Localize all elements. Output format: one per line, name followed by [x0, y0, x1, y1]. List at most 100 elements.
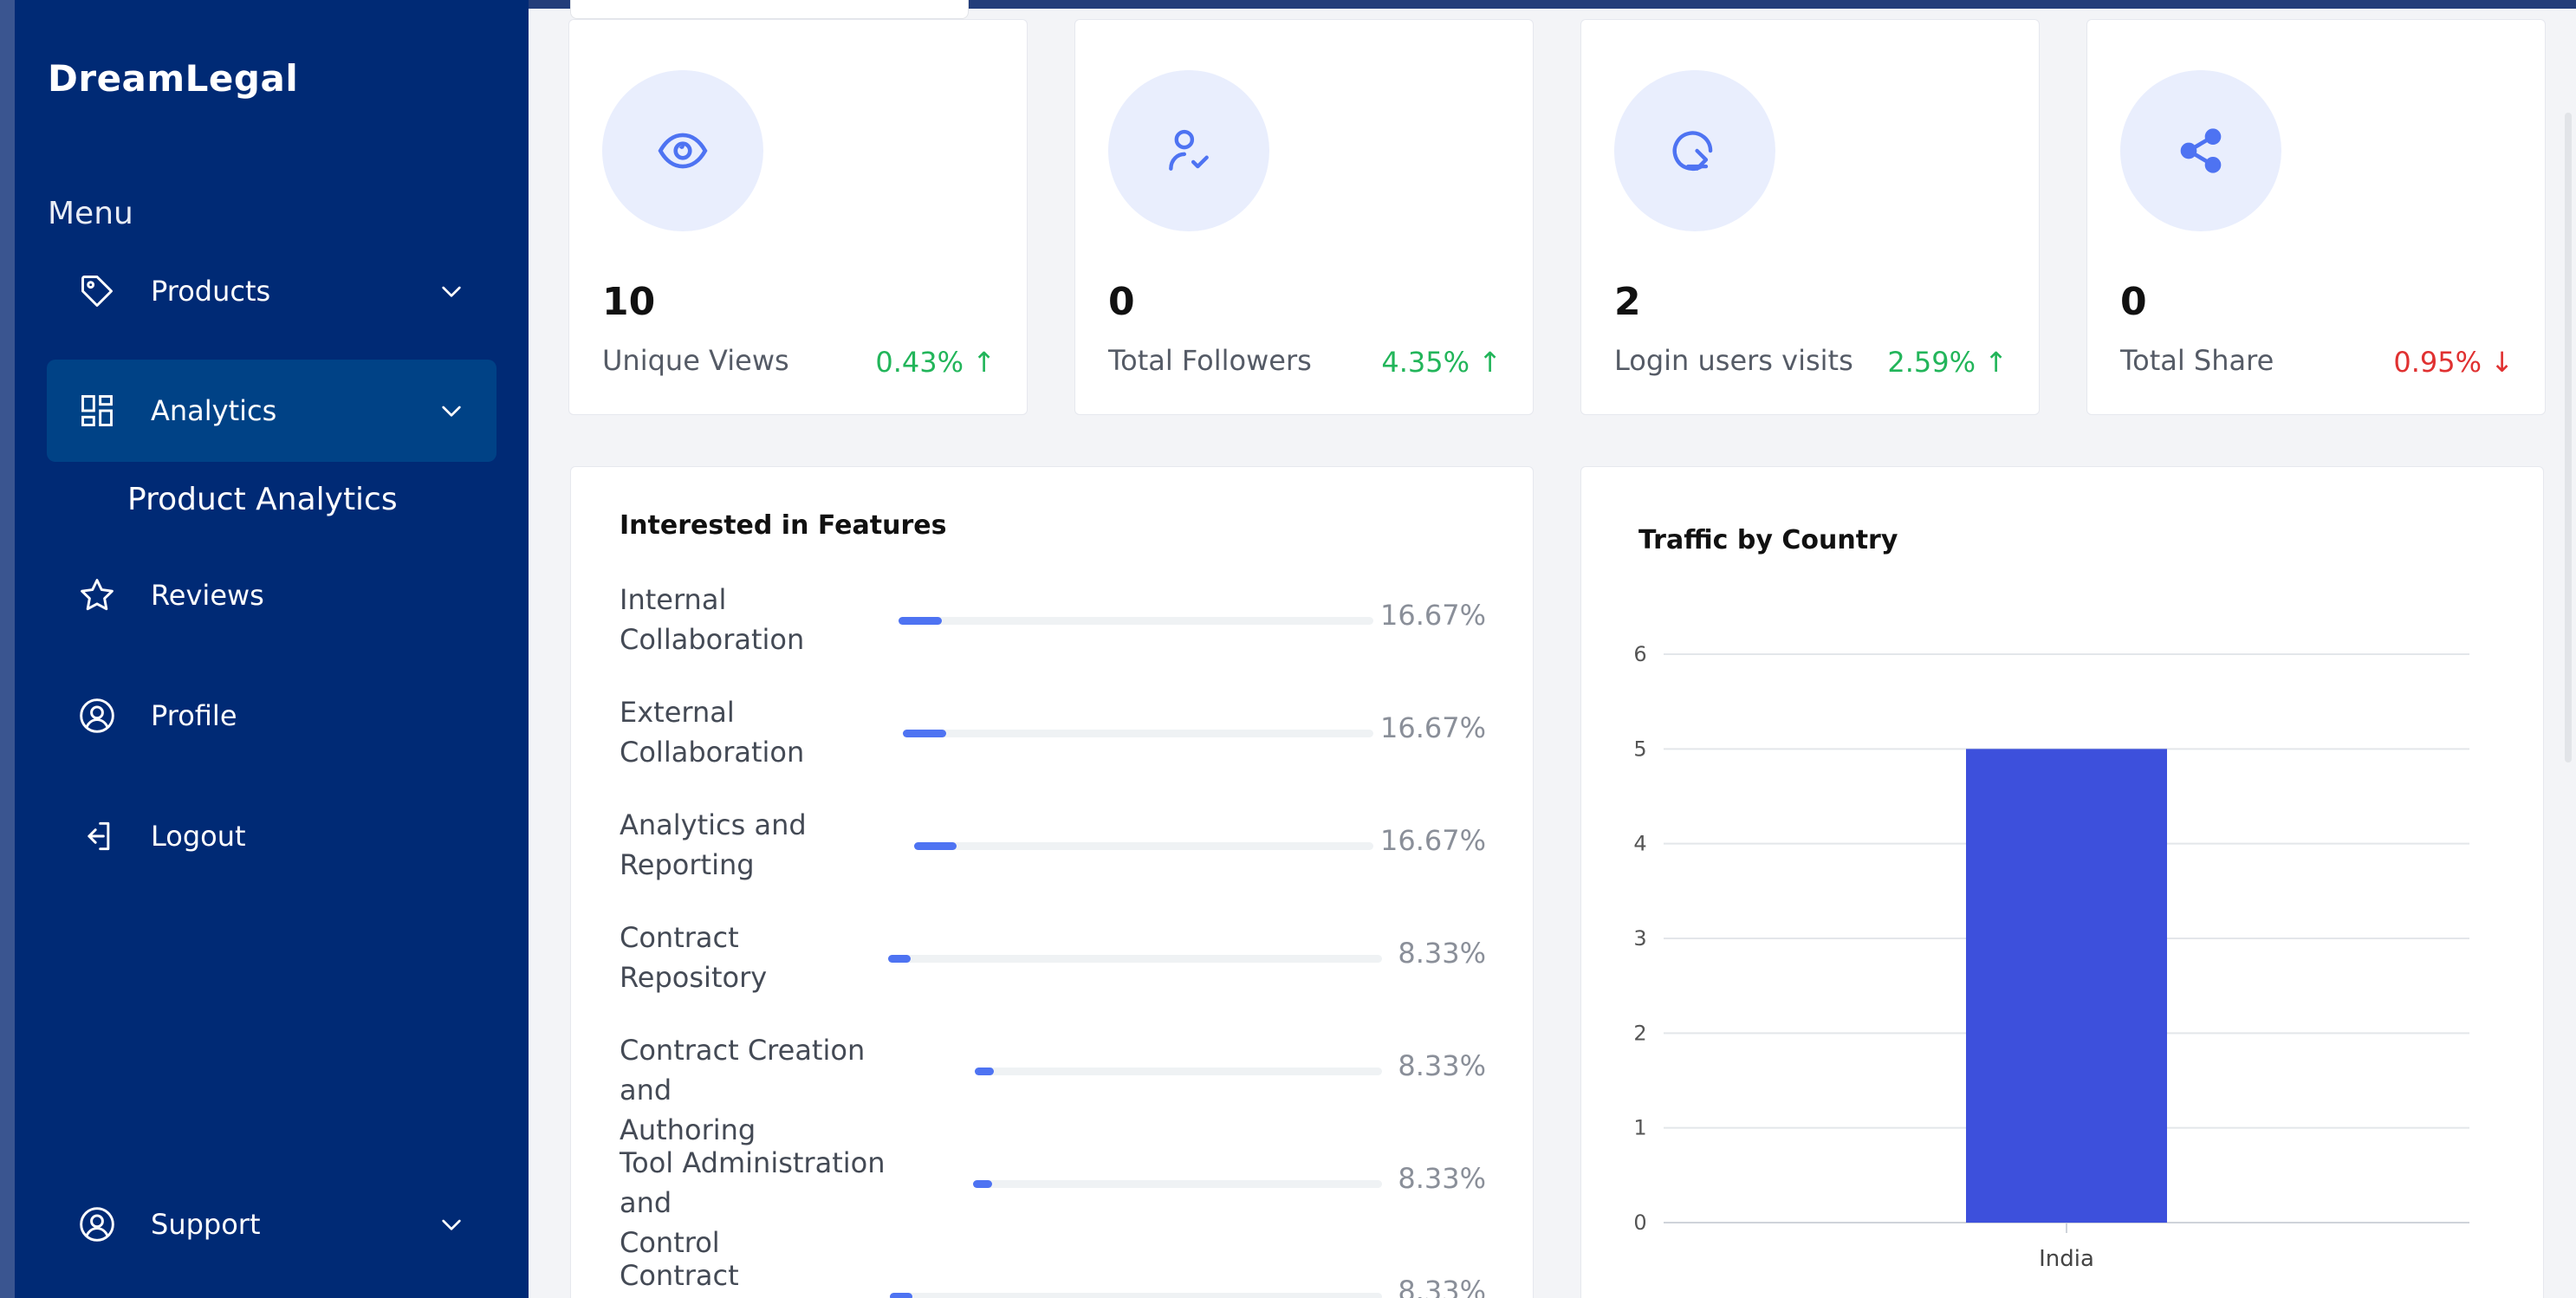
stat-card-total-share: 0 Total Share 0.95% ↓ — [2086, 19, 2546, 415]
y-tick-label: 5 — [1633, 737, 1646, 761]
feature-label-line: External — [620, 696, 735, 729]
feature-label-line: Collaboration — [620, 623, 805, 656]
stat-label: Total Followers — [1108, 344, 1312, 377]
feature-percentage: 16.67% — [1379, 711, 1486, 744]
feature-progress-track — [973, 1180, 1382, 1188]
chevron-down-icon[interactable] — [438, 397, 465, 425]
feature-row: Contract Creation and Authoring 8.33% — [620, 1030, 1486, 1146]
sidebar-item-logout[interactable]: Logout — [47, 785, 496, 887]
feature-label: Contract — [620, 1256, 914, 1295]
feature-row: Analytics and Reporting 16.67% — [620, 805, 1486, 909]
feature-progress-track — [903, 730, 1373, 737]
feature-label-line: Reporting — [620, 848, 755, 881]
feature-progress-track — [975, 1068, 1382, 1075]
y-tick-label: 3 — [1633, 926, 1646, 951]
sidebar-item-label: Products — [151, 275, 271, 308]
sidebar-item-support[interactable]: Support — [47, 1173, 496, 1275]
feature-progress-track — [914, 842, 1373, 850]
feature-percentage: 8.33% — [1398, 1275, 1486, 1298]
feature-label-line: Contract Creation and — [620, 1034, 866, 1107]
brand-logo[interactable]: DreamLegal — [48, 57, 298, 100]
feature-label: External Collaboration — [620, 692, 914, 772]
stat-label: Login users visits — [1614, 344, 1853, 377]
sidebar-item-label: Logout — [151, 820, 246, 853]
scrollbar[interactable] — [2565, 113, 2572, 763]
feature-progress-fill — [899, 617, 942, 625]
feature-label-line: Tool Administration and — [620, 1146, 886, 1219]
chevron-down-icon[interactable] — [438, 1210, 465, 1238]
sidebar-item-profile[interactable]: Profile — [47, 665, 496, 767]
arrow-up-icon: ↑ — [1478, 346, 1502, 379]
user-circle-icon — [80, 1207, 114, 1242]
stat-icon-badge — [2120, 70, 2281, 231]
feature-percentage: 16.67% — [1379, 599, 1486, 632]
sidebar-item-label: Reviews — [151, 579, 264, 612]
sidebar-item-analytics[interactable]: Analytics — [47, 360, 496, 462]
stat-change: 0.43% ↑ — [875, 346, 996, 379]
sidebar-item-label: Support — [151, 1208, 261, 1241]
eye-icon — [658, 133, 708, 169]
feature-progress-track — [888, 955, 1382, 963]
share-icon — [2180, 128, 2222, 173]
sidebar-item-label: Profile — [151, 699, 237, 732]
logout-icon — [88, 821, 110, 851]
sidebar-item-label: Analytics — [151, 394, 277, 427]
y-tick-label: 4 — [1633, 832, 1646, 856]
feature-percentage: 8.33% — [1398, 1162, 1486, 1195]
stat-value: 10 — [602, 280, 656, 324]
stat-card-unique-views: 10 Unique Views 0.43% ↑ — [568, 19, 1028, 415]
arrow-up-icon: ↑ — [1984, 346, 2008, 379]
feature-label: Tool Administration and Control — [620, 1143, 914, 1262]
chevron-down-icon[interactable] — [438, 277, 465, 305]
stat-icon-badge — [602, 70, 763, 231]
stat-value: 0 — [1108, 280, 1135, 324]
stat-label: Total Share — [2120, 344, 2274, 377]
dashboard-grid-icon — [81, 395, 113, 426]
menu-label: Menu — [48, 196, 133, 231]
sidebar-item-reviews[interactable]: Reviews — [47, 544, 496, 646]
sidebar: DreamLegal Menu Products Analytics Produ… — [15, 0, 529, 1298]
traffic-bar-chart: 0 1 2 3 4 5 6 India — [1633, 642, 2469, 1272]
redirect-icon — [1672, 131, 1713, 172]
feature-label-line: Contract — [620, 921, 739, 954]
feature-row: External Collaboration 16.67% — [620, 692, 1486, 796]
feature-row: Contract 8.33% — [620, 1256, 1486, 1298]
stat-change: 0.95% ↓ — [2393, 346, 2514, 379]
feature-progress-track — [890, 1293, 1382, 1298]
stat-card-login-visits: 2 Login users visits 2.59% ↑ — [1580, 19, 2040, 415]
feature-progress-fill — [903, 730, 946, 737]
features-card: Interested in Features Internal Collabora… — [570, 466, 1534, 1298]
stat-value: 0 — [2120, 280, 2147, 324]
stat-label: Unique Views — [602, 344, 789, 377]
stat-change: 4.35% ↑ — [1381, 346, 1502, 379]
feature-label-line: Analytics and — [620, 808, 807, 841]
feature-progress-fill — [890, 1293, 912, 1298]
stat-change: 2.59% ↑ — [1887, 346, 2008, 379]
traffic-card: Traffic by Country 0 1 2 3 4 5 6 India — [1580, 466, 2544, 1298]
tag-icon — [81, 276, 113, 307]
feature-percentage: 8.33% — [1398, 1049, 1486, 1082]
feature-progress-track — [899, 617, 1373, 625]
sidebar-item-products[interactable]: Products — [47, 240, 496, 342]
feature-percentage: 8.33% — [1398, 937, 1486, 970]
user-check-icon — [1169, 129, 1209, 171]
y-tick-label: 0 — [1633, 1210, 1646, 1235]
feature-progress-fill — [888, 955, 911, 963]
feature-row: Tool Administration and Control 8.33% — [620, 1143, 1486, 1259]
features-title: Interested in Features — [620, 510, 947, 541]
feature-percentage: 16.67% — [1379, 824, 1486, 857]
feature-progress-fill — [914, 842, 957, 850]
window-edge — [0, 0, 15, 1298]
y-tick-label: 2 — [1633, 1021, 1646, 1045]
sidebar-subitem-product-analytics[interactable]: Product Analytics — [127, 482, 398, 517]
stat-value: 2 — [1614, 280, 1641, 324]
stat-icon-badge — [1614, 70, 1775, 231]
star-icon — [81, 579, 114, 611]
stat-card-total-followers: 0 Total Followers 4.35% ↑ — [1074, 19, 1534, 415]
feature-row: Contract Repository 8.33% — [620, 918, 1486, 1022]
feature-label: Contract Creation and Authoring — [620, 1030, 914, 1150]
feature-label-line: Collaboration — [620, 736, 805, 769]
bar-india[interactable] — [1966, 749, 2167, 1223]
arrow-down-icon: ↓ — [2490, 346, 2514, 379]
arrow-up-icon: ↑ — [972, 346, 996, 379]
